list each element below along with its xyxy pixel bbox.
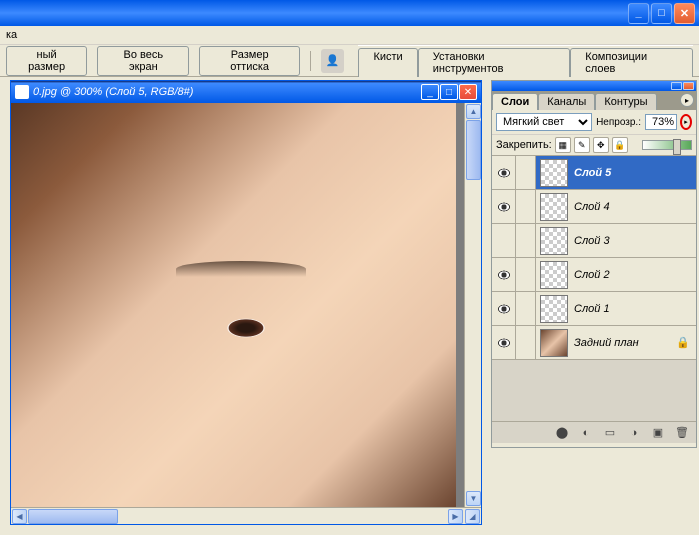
app-close-button[interactable]: ✕ — [674, 3, 695, 24]
doc-minimize-button[interactable]: _ — [421, 84, 439, 100]
layer-row[interactable]: Слой 2 — [492, 258, 696, 292]
layer-name[interactable]: Слой 5 — [572, 167, 696, 179]
panel-title-bar[interactable] — [492, 81, 696, 91]
layer-row[interactable]: Слой 4 — [492, 190, 696, 224]
horizontal-scroll-thumb[interactable] — [28, 509, 118, 524]
adjustment-button[interactable]: ◑ — [626, 425, 642, 441]
fx-button[interactable]: ⬤ — [554, 425, 570, 441]
lock-position-button[interactable]: ✥ — [593, 137, 609, 153]
eye-icon — [497, 338, 511, 348]
delete-layer-button[interactable]: 🗑 — [674, 425, 690, 441]
visibility-toggle[interactable] — [492, 156, 516, 189]
scroll-left-button[interactable]: ◀ — [12, 509, 27, 524]
document-title: 0.jpg @ 300% (Слой 5, RGB/8#) — [33, 86, 421, 98]
layer-name[interactable]: Слой 2 — [572, 269, 696, 281]
actual-size-button[interactable]: ный размер — [6, 46, 87, 76]
vertical-scroll-thumb[interactable] — [466, 120, 481, 180]
canvas-resize-handle[interactable]: ◢ — [465, 509, 480, 524]
doc-maximize-button[interactable]: □ — [440, 84, 458, 100]
lock-all-button[interactable]: 🔒 — [612, 137, 628, 153]
image-content — [11, 103, 456, 507]
tab-layer-comps[interactable]: Композиции слоев — [570, 48, 693, 77]
scroll-up-button[interactable]: ▲ — [466, 104, 481, 119]
menu-fragment: ка — [6, 29, 17, 41]
visibility-toggle[interactable] — [492, 224, 516, 257]
full-screen-button[interactable]: Во весь экран — [97, 46, 189, 76]
layer-thumbnail[interactable] — [540, 261, 568, 289]
visibility-toggle[interactable] — [492, 190, 516, 223]
panel-menu-button[interactable]: ▸ — [680, 93, 694, 107]
layer-name[interactable]: Слой 4 — [572, 201, 696, 213]
lock-row: Закрепить: ▦ ✎ ✥ 🔒 — [492, 135, 696, 156]
doc-close-button[interactable]: ✕ — [459, 84, 477, 100]
lock-label: Закрепить: — [496, 139, 552, 151]
document-icon — [15, 85, 29, 99]
blend-mode-select[interactable]: Мягкий свет — [496, 113, 592, 131]
document-window: 0.jpg @ 300% (Слой 5, RGB/8#) _ □ ✕ ▲ ▼ … — [10, 80, 482, 525]
stamp-icon: 👤 — [321, 49, 345, 73]
visibility-toggle[interactable] — [492, 258, 516, 291]
lock-transparency-button[interactable]: ▦ — [555, 137, 571, 153]
new-layer-button[interactable]: ▣ — [650, 425, 666, 441]
vertical-scrollbar[interactable]: ▲ ▼ — [464, 103, 481, 507]
folder-button[interactable]: ▭ — [602, 425, 618, 441]
document-title-bar[interactable]: 0.jpg @ 300% (Слой 5, RGB/8#) _ □ ✕ — [11, 81, 481, 103]
blend-opacity-row: Мягкий свет Непрозр.: ▸ — [492, 110, 696, 135]
panel-tabs: Слои Каналы Контуры ▸ — [492, 91, 696, 110]
layer-thumbnail[interactable] — [540, 227, 568, 255]
layer-thumbnail[interactable] — [540, 329, 568, 357]
tab-channels[interactable]: Каналы — [538, 93, 595, 110]
scroll-down-button[interactable]: ▼ — [466, 491, 481, 506]
scroll-right-button[interactable]: ▶ — [448, 509, 463, 524]
opacity-flyout-button[interactable]: ▸ — [680, 114, 692, 130]
app-minimize-button[interactable]: _ — [628, 3, 649, 24]
opacity-label: Непрозр.: — [596, 117, 641, 128]
tab-tool-presets[interactable]: Установки инструментов — [418, 48, 571, 77]
layer-name[interactable]: Слой 3 — [572, 235, 696, 247]
lock-pixels-button[interactable]: ✎ — [574, 137, 590, 153]
panel-footer: ⬤ ◐ ▭ ◑ ▣ 🗑 — [492, 421, 696, 443]
opacity-input[interactable] — [645, 114, 677, 130]
tab-paths[interactable]: Контуры — [595, 93, 656, 110]
eye-icon — [497, 168, 511, 178]
menu-bar: ка — [0, 26, 699, 45]
tab-layers[interactable]: Слои — [492, 93, 538, 110]
link-column[interactable] — [516, 326, 536, 359]
layer-row[interactable]: Слой 1 — [492, 292, 696, 326]
fill-slider[interactable] — [642, 140, 692, 150]
layer-thumbnail[interactable] — [540, 159, 568, 187]
print-size-button[interactable]: Размер оттиска — [199, 46, 299, 76]
layer-name[interactable]: Слой 1 — [572, 303, 696, 315]
lock-icon: 🔒 — [676, 336, 690, 349]
visibility-toggle[interactable] — [492, 326, 516, 359]
visibility-toggle[interactable] — [492, 292, 516, 325]
tab-brushes[interactable]: Кисти — [358, 48, 417, 77]
layer-row[interactable]: Задний план🔒 — [492, 326, 696, 360]
app-maximize-button[interactable]: □ — [651, 3, 672, 24]
canvas-area[interactable]: ▲ ▼ — [11, 103, 481, 507]
panel-close-button[interactable] — [683, 82, 694, 90]
link-column[interactable] — [516, 190, 536, 223]
layer-thumbnail[interactable] — [540, 193, 568, 221]
toolbar-separator — [310, 51, 311, 71]
link-column[interactable] — [516, 156, 536, 189]
layer-name[interactable]: Задний план — [572, 337, 676, 349]
options-toolbar: ный размер Во весь экран Размер оттиска … — [0, 45, 699, 77]
layer-list: Слой 5 Слой 4 Слой 3 Слой 2 Слой 1 Задний пла… — [492, 156, 696, 421]
eye-icon — [497, 304, 511, 314]
layer-row[interactable]: Слой 5 — [492, 156, 696, 190]
layer-row[interactable]: Слой 3 — [492, 224, 696, 258]
eye-icon — [497, 270, 511, 280]
mask-button[interactable]: ◐ — [578, 425, 594, 441]
eye-icon — [497, 202, 511, 212]
app-title-bar: _ □ ✕ — [0, 0, 699, 26]
link-column[interactable] — [516, 258, 536, 291]
horizontal-scrollbar[interactable]: ◀ ▶ ◢ — [11, 507, 481, 524]
link-column[interactable] — [516, 292, 536, 325]
panel-minimize-button[interactable] — [671, 82, 682, 90]
layers-panel: Слои Каналы Контуры ▸ Мягкий свет Непроз… — [491, 80, 697, 448]
link-column[interactable] — [516, 224, 536, 257]
layer-thumbnail[interactable] — [540, 295, 568, 323]
